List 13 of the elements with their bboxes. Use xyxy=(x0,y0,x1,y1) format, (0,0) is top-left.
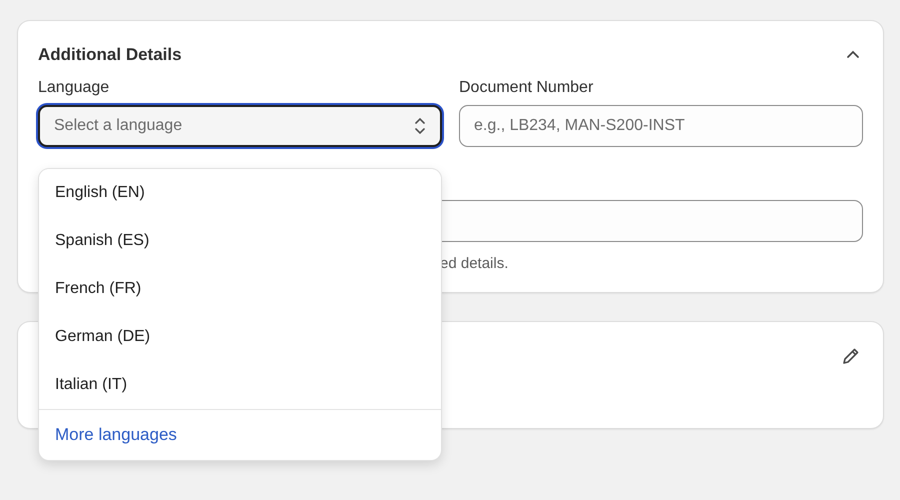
menu-option[interactable]: English (EN) xyxy=(39,169,441,217)
field-label: Document Number xyxy=(459,79,594,97)
more-languages-link[interactable]: More languages xyxy=(39,409,441,460)
menu-option[interactable]: German (DE) xyxy=(39,313,441,361)
card-title: Additional Details xyxy=(38,45,182,65)
menu-option[interactable]: Spanish (ES) xyxy=(39,217,441,265)
sort-icon xyxy=(414,117,426,135)
menu-option[interactable]: Italian (IT) xyxy=(39,361,441,409)
document-number-field[interactable]: e.g., LB234, MAN-S200-INST xyxy=(459,105,863,147)
field-label: Language xyxy=(38,79,110,97)
language-select[interactable]: Select a language xyxy=(38,105,442,147)
menu-option[interactable]: French (FR) xyxy=(39,265,441,313)
pencil-icon xyxy=(841,346,861,366)
